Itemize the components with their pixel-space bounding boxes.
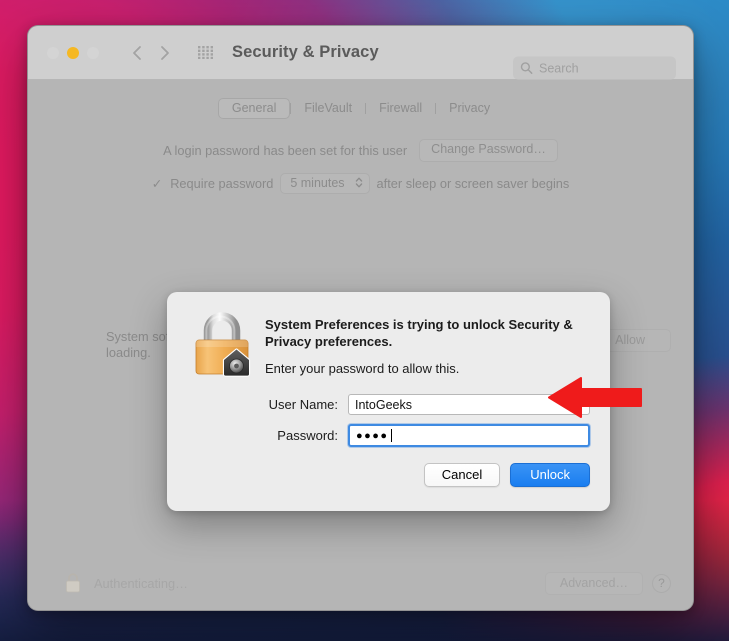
tab-general[interactable]: General [217,98,291,119]
search-field[interactable]: Search [513,56,676,80]
navigation-buttons [126,42,176,64]
auth-dialog-subtitle: Enter your password to allow this. [265,361,460,376]
login-password-row: A login password has been set for this u… [28,139,693,162]
desktop-wallpaper: Security & Privacy Search General FileVa… [0,0,729,641]
closed-lock-icon[interactable] [64,572,82,594]
preferences-footer: Authenticating… Advanced… ? [28,568,693,598]
authenticating-status-text: Authenticating… [94,575,188,591]
auth-dialog-title: System Preferences is trying to unlock S… [265,317,573,349]
username-input[interactable]: IntoGeeks [348,394,590,415]
tab-privacy[interactable]: Privacy [436,98,503,119]
zoom-button[interactable] [87,46,99,59]
require-password-delay-value: 5 minutes [290,175,345,190]
auth-dialog-text-block: System Preferences is trying to unlock S… [265,310,585,378]
search-placeholder: Search [539,61,579,75]
forward-chevron-icon[interactable] [154,42,176,64]
text-cursor [390,429,392,442]
window-title: Security & Privacy [232,43,379,61]
close-button[interactable] [47,46,59,59]
auth-dialog-fields: User Name: IntoGeeks Password: ●●●● [187,394,590,447]
unlock-button[interactable]: Unlock [510,463,590,487]
authentication-dialog: System Preferences is trying to unlock S… [167,292,610,511]
preferences-content: General FileVault Firewall Privacy A log… [28,80,693,610]
tab-bar: General FileVault Firewall Privacy [28,80,693,119]
username-value: IntoGeeks [355,397,412,412]
footer-actions: Advanced… ? [544,571,671,595]
traffic-light-controls [47,46,99,59]
password-label: Password: [277,428,338,443]
tab-filevault[interactable]: FileVault [291,98,365,119]
password-value: ●●●● [356,429,389,442]
require-password-delay-popup[interactable]: 5 minutes [280,172,370,194]
advanced-button[interactable]: Advanced… [544,571,643,595]
tab-firewall[interactable]: Firewall [366,98,435,119]
system-preferences-window: Security & Privacy Search General FileVa… [27,25,694,611]
show-all-grid-icon[interactable] [194,42,216,64]
cancel-button[interactable]: Cancel [423,463,501,487]
require-password-label: Require password [170,175,274,191]
back-chevron-icon[interactable] [126,42,148,64]
minimize-button[interactable] [67,46,79,59]
username-label: User Name: [268,397,338,412]
auth-dialog-buttons: Cancel Unlock [187,463,590,487]
require-password-checkbox[interactable]: ✓ [152,176,162,191]
password-row: Password: ●●●● [187,424,590,447]
require-password-row: ✓ Require password 5 minutes after sleep… [28,172,693,194]
chevron-updown-icon [355,176,363,189]
window-titlebar: Security & Privacy Search [28,26,693,80]
help-button[interactable]: ? [652,573,671,593]
system-preferences-padlock-icon [195,312,251,377]
auth-dialog-header: System Preferences is trying to unlock S… [187,310,590,378]
search-icon [520,62,533,74]
username-row: User Name: IntoGeeks [187,394,590,415]
password-input[interactable]: ●●●● [348,424,590,447]
login-password-text: A login password has been set for this u… [163,142,408,158]
change-password-button[interactable]: Change Password… [419,139,558,162]
after-sleep-text: after sleep or screen saver begins [376,175,570,191]
